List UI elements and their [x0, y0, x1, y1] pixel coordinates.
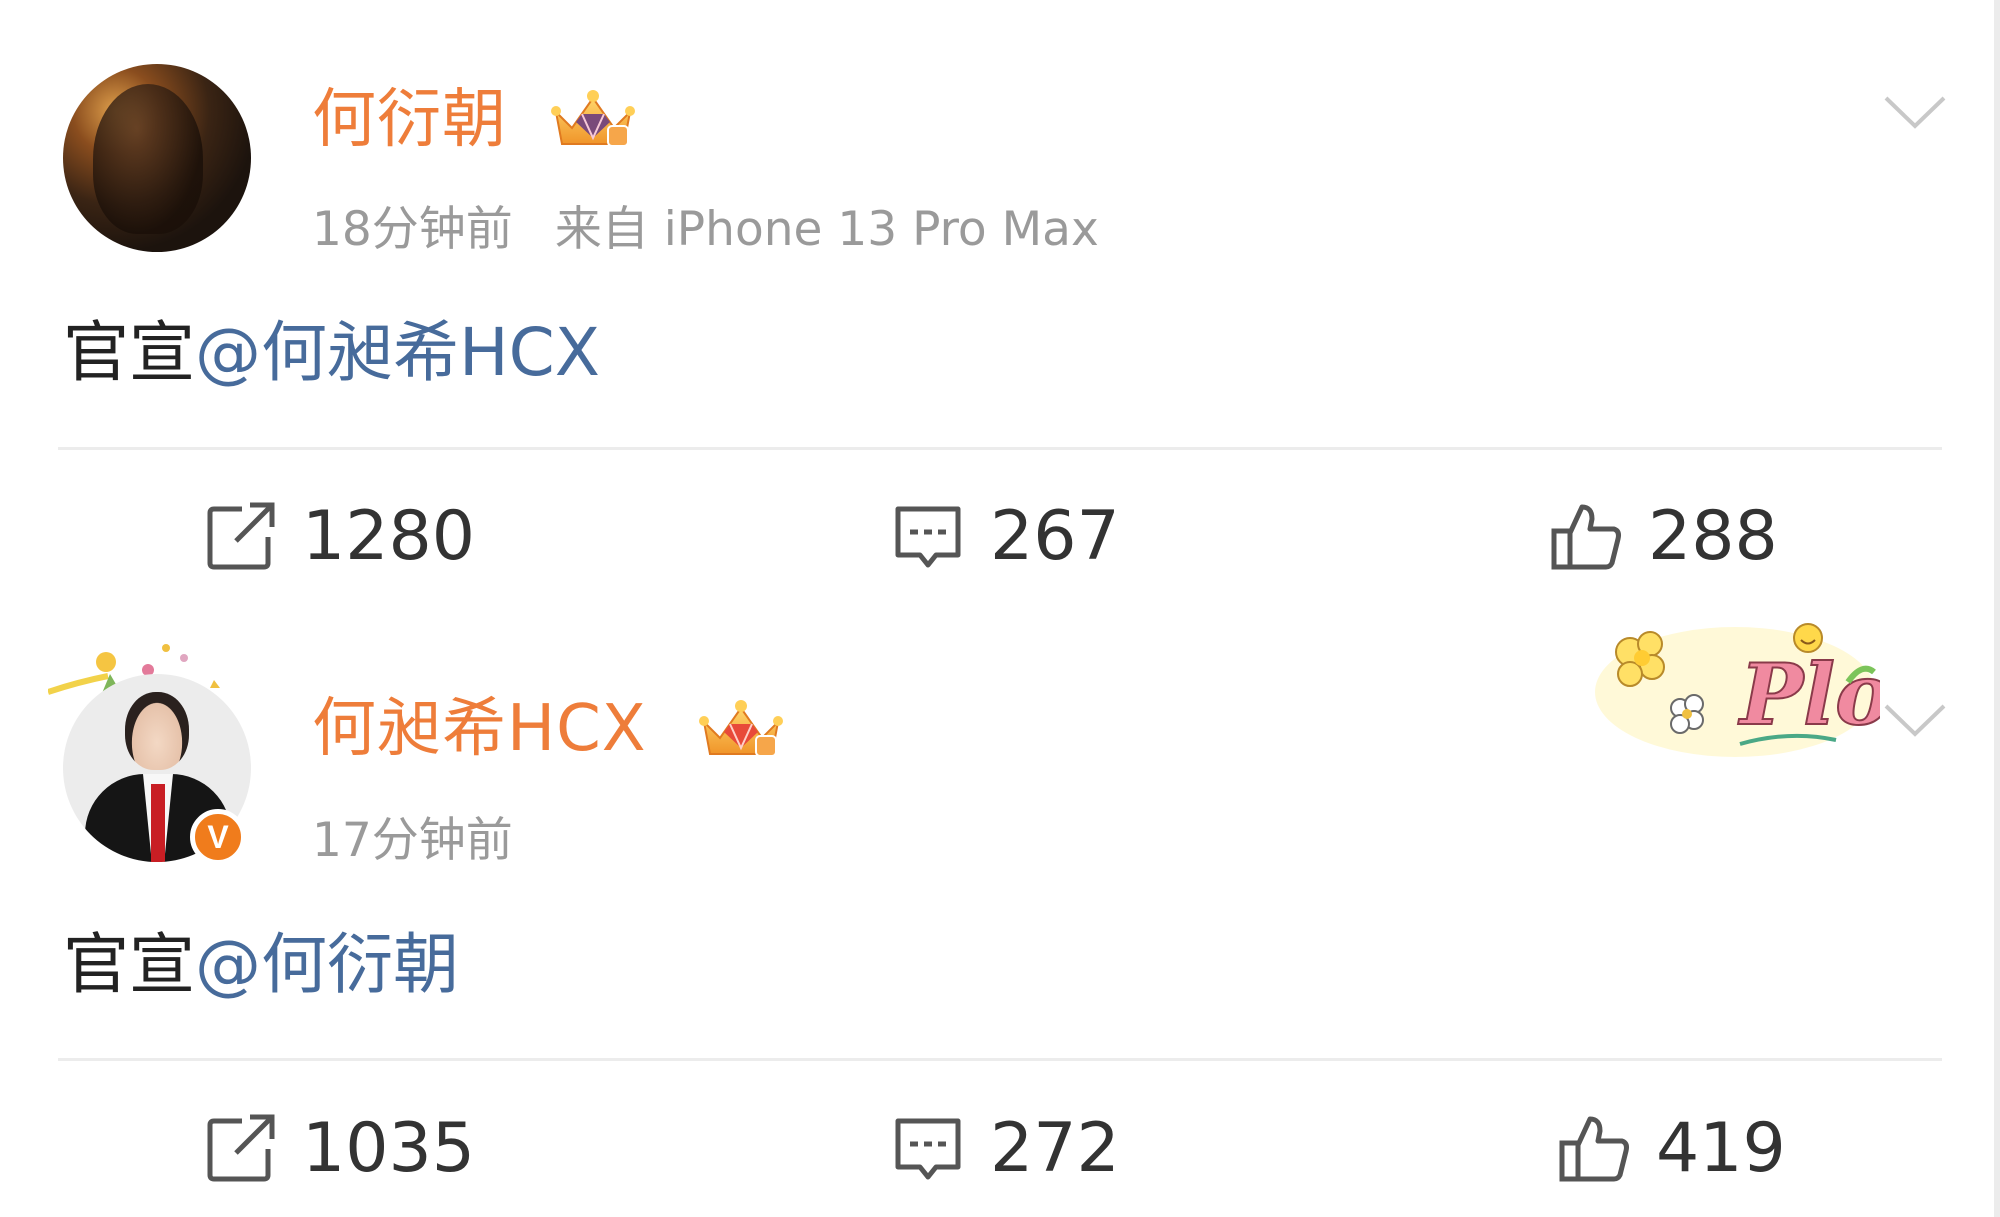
post-content: 官宣@何衍朝	[63, 932, 459, 998]
repost-button[interactable]: 1035	[202, 1109, 475, 1189]
comment-count: 272	[990, 1109, 1120, 1188]
crown-icon[interactable]	[696, 694, 786, 766]
comment-button[interactable]: 267	[890, 497, 1120, 577]
user-avatar[interactable]	[63, 64, 251, 252]
comment-icon	[895, 1118, 961, 1180]
chevron-down-icon[interactable]	[1880, 92, 1950, 132]
avatar-figure	[125, 692, 189, 770]
timestamp: 18分钟前	[312, 202, 513, 257]
post-meta: 18分钟前 来自 iPhone 13 Pro Max	[312, 206, 1099, 253]
repost-count: 1035	[302, 1109, 476, 1188]
thumbs-up-icon	[1559, 1116, 1629, 1182]
timestamp: 17分钟前	[312, 813, 513, 868]
verified-badge: V	[190, 809, 246, 865]
like-count: 288	[1648, 497, 1778, 576]
username[interactable]: 何昶希HCX	[312, 697, 647, 761]
sticker-text: Plog	[1738, 645, 1880, 744]
repost-button[interactable]: 1280	[202, 497, 475, 577]
chevron-down-icon[interactable]	[1880, 700, 1950, 740]
post-meta: 17分钟前	[312, 817, 513, 864]
flower-icon	[1670, 694, 1704, 734]
post-card: 何衍朝 18分钟前 来自 iPhone 13 Pro Max 官宣@何昶希HCX …	[0, 0, 2000, 612]
repost-icon	[207, 502, 275, 570]
post-card: V 何昶希HCX 17分钟前 Pl 官宣@何衍朝 1035 272 419	[0, 612, 2000, 1217]
post-text: 官宣	[63, 926, 195, 1003]
comment-icon	[895, 506, 961, 568]
divider	[58, 447, 1942, 450]
post-text: 官宣	[63, 314, 195, 391]
like-button[interactable]: 419	[1556, 1109, 1786, 1189]
username[interactable]: 何衍朝	[312, 88, 507, 152]
thumbs-up-icon	[1551, 504, 1621, 570]
divider	[58, 1058, 1942, 1061]
avatar-figure	[151, 784, 165, 862]
crown-icon[interactable]	[548, 84, 638, 156]
comment-count: 267	[990, 497, 1120, 576]
plog-sticker: Plog	[1595, 623, 1880, 757]
like-button[interactable]: 288	[1548, 497, 1778, 577]
mention-link[interactable]: @何昶希HCX	[195, 314, 600, 391]
post-content: 官宣@何昶希HCX	[63, 320, 600, 386]
like-count: 419	[1656, 1109, 1786, 1188]
repost-icon	[207, 1114, 275, 1182]
mention-link[interactable]: @何衍朝	[195, 926, 459, 1003]
post-source: 来自 iPhone 13 Pro Max	[554, 202, 1099, 257]
repost-count: 1280	[302, 497, 476, 576]
flower-icon	[1615, 631, 1665, 687]
comment-button[interactable]: 272	[890, 1109, 1120, 1189]
